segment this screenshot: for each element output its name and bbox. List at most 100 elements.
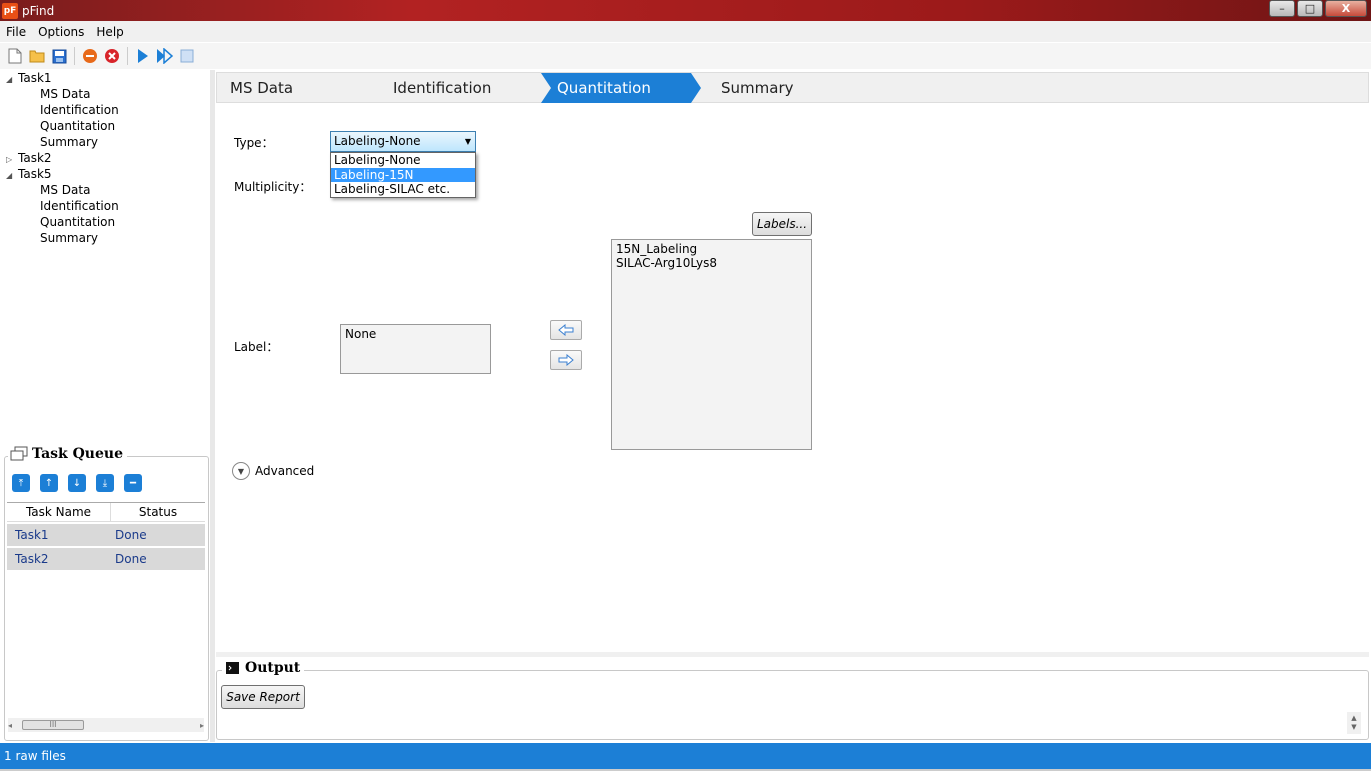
title-bar: pF pFind – □ X (0, 0, 1371, 21)
arrow-left-icon (558, 324, 574, 336)
tree-node-summary[interactable]: Summary (0, 230, 210, 246)
list-item[interactable]: 15N_Labeling (616, 242, 807, 256)
move-right-button[interactable] (550, 350, 582, 370)
column-status[interactable]: Status (111, 503, 205, 521)
open-folder-icon[interactable] (28, 47, 46, 65)
task-queue-table-header: Task Name Status (7, 502, 205, 522)
advanced-expander[interactable]: ▼ Advanced (232, 462, 314, 480)
wizard-tabs: MS Data Identification Quantitation Summ… (216, 72, 1369, 103)
stop-icon[interactable] (81, 47, 99, 65)
output-frame (216, 670, 1369, 740)
labels-button[interactable]: Labels... (752, 212, 812, 236)
scroll-left-icon[interactable]: ◂ (8, 721, 12, 730)
scroll-down-icon[interactable]: ▼ (1351, 723, 1356, 732)
type-dropdown-list: Labeling-None Labeling-15N Labeling-SILA… (330, 152, 476, 198)
table-row[interactable]: Task1 Done (7, 524, 205, 546)
task-queue-frame (4, 456, 209, 741)
output-header: Output (222, 660, 305, 676)
run-icon[interactable] (134, 47, 152, 65)
tree-node-quantitation[interactable]: Quantitation (0, 118, 210, 134)
advanced-label: Advanced (255, 464, 315, 478)
selected-labels-list[interactable]: None (340, 324, 491, 374)
tree-expand-icon[interactable]: ◢ (6, 168, 18, 184)
tree-node-ms-data[interactable]: MS Data (0, 182, 210, 198)
remove-icon[interactable]: ━ (124, 474, 142, 492)
horizontal-splitter[interactable] (216, 652, 1369, 657)
task-queue-header: Task Queue (8, 446, 127, 462)
task-queue-tools: ⤒ ↑ ↓ ⤓ ━ (12, 474, 142, 492)
tab-identification[interactable]: Identification (393, 73, 491, 103)
type-option-highlighted[interactable]: Labeling-15N (331, 167, 475, 182)
toolbar-separator (74, 47, 75, 65)
scroll-up-icon[interactable]: ▲ (1351, 714, 1356, 723)
save-icon[interactable] (50, 47, 68, 65)
available-labels-list[interactable]: 15N_Labeling SILAC-Arg10Lys8 (611, 239, 812, 450)
list-item[interactable]: SILAC-Arg10Lys8 (616, 256, 807, 270)
quantitation-panel: Type： Labeling-None ▼ Labeling-None Labe… (216, 104, 1369, 652)
close-button[interactable]: X (1325, 0, 1367, 17)
move-left-button[interactable] (550, 320, 582, 340)
output-title: Output (245, 660, 301, 676)
task-status-cell: Done (115, 528, 147, 542)
toolbar (0, 43, 1371, 69)
menu-bar: File Options Help (0, 21, 1371, 42)
list-item[interactable]: None (345, 327, 486, 341)
tree-node-ms-data[interactable]: MS Data (0, 86, 210, 102)
status-text: 1 raw files (4, 749, 66, 763)
window-title: pFind (22, 3, 55, 18)
tab-quantitation[interactable]: Quantitation (541, 73, 701, 103)
delete-icon[interactable] (103, 47, 121, 65)
tree-node-identification[interactable]: Identification (0, 102, 210, 118)
type-label: Type： (234, 136, 274, 150)
window-stack-icon (10, 446, 28, 461)
new-file-icon[interactable] (6, 47, 24, 65)
move-bottom-icon[interactable]: ⤓ (96, 474, 114, 492)
toolbar-separator (127, 47, 128, 65)
tab-ms-data[interactable]: MS Data (230, 73, 293, 103)
run-all-icon[interactable] (156, 47, 174, 65)
scroll-thumb[interactable]: III (22, 720, 84, 730)
tree-node-identification[interactable]: Identification (0, 198, 210, 214)
move-top-icon[interactable]: ⤒ (12, 474, 30, 492)
tree-node-task1[interactable]: ◢ Task1 (0, 70, 210, 86)
tree-node-task2[interactable]: ▷ Task2 (0, 150, 210, 166)
column-task-name[interactable]: Task Name (7, 503, 111, 521)
task-name-cell: Task2 (15, 552, 49, 566)
menu-file[interactable]: File (0, 25, 32, 39)
status-bar: 1 raw files (0, 743, 1371, 769)
type-option[interactable]: Labeling-SILAC etc. (331, 182, 475, 197)
scroll-right-icon[interactable]: ▸ (200, 721, 204, 730)
terminal-icon (226, 662, 239, 674)
arrow-right-icon (558, 354, 574, 366)
type-option[interactable]: Labeling-None (331, 153, 475, 168)
task-queue-panel: Task Queue ⤒ ↑ ↓ ⤓ ━ Task Name Status Ta… (4, 446, 209, 741)
window-controls: – □ X (1269, 0, 1367, 17)
menu-help[interactable]: Help (90, 25, 129, 39)
multiplicity-label: Multiplicity： (234, 180, 312, 194)
tree-node-quantitation[interactable]: Quantitation (0, 214, 210, 230)
maximize-button[interactable]: □ (1297, 0, 1323, 17)
tab-summary[interactable]: Summary (721, 73, 794, 103)
move-up-icon[interactable]: ↑ (40, 474, 58, 492)
vertical-scrollbar[interactable]: ▲ ▼ (1347, 712, 1361, 734)
task-status-cell: Done (115, 552, 147, 566)
tree-node-summary[interactable]: Summary (0, 134, 210, 150)
menu-options[interactable]: Options (32, 25, 90, 39)
label-label: Label： (234, 340, 279, 354)
horizontal-scrollbar[interactable]: ◂ ▸ III (8, 718, 204, 732)
save-report-button[interactable]: Save Report (221, 685, 305, 709)
stop-square-icon[interactable] (178, 47, 196, 65)
tree-node-task5[interactable]: ◢ Task5 (0, 166, 210, 182)
minimize-button[interactable]: – (1269, 0, 1295, 17)
output-panel: Output Save Report ▲ ▼ (216, 660, 1369, 742)
app-icon: pF (2, 2, 18, 19)
tree-expand-icon[interactable]: ◢ (6, 72, 18, 88)
table-row[interactable]: Task2 Done (7, 548, 205, 570)
type-select[interactable]: Labeling-None ▼ (330, 131, 476, 152)
vertical-splitter[interactable] (210, 70, 215, 742)
task-name-cell: Task1 (15, 528, 49, 542)
type-select-value: Labeling-None (334, 134, 421, 148)
task-queue-table: Task Name Status Task1 Done Task2 Done (7, 502, 205, 570)
task-queue-title: Task Queue (32, 446, 123, 462)
move-down-icon[interactable]: ↓ (68, 474, 86, 492)
